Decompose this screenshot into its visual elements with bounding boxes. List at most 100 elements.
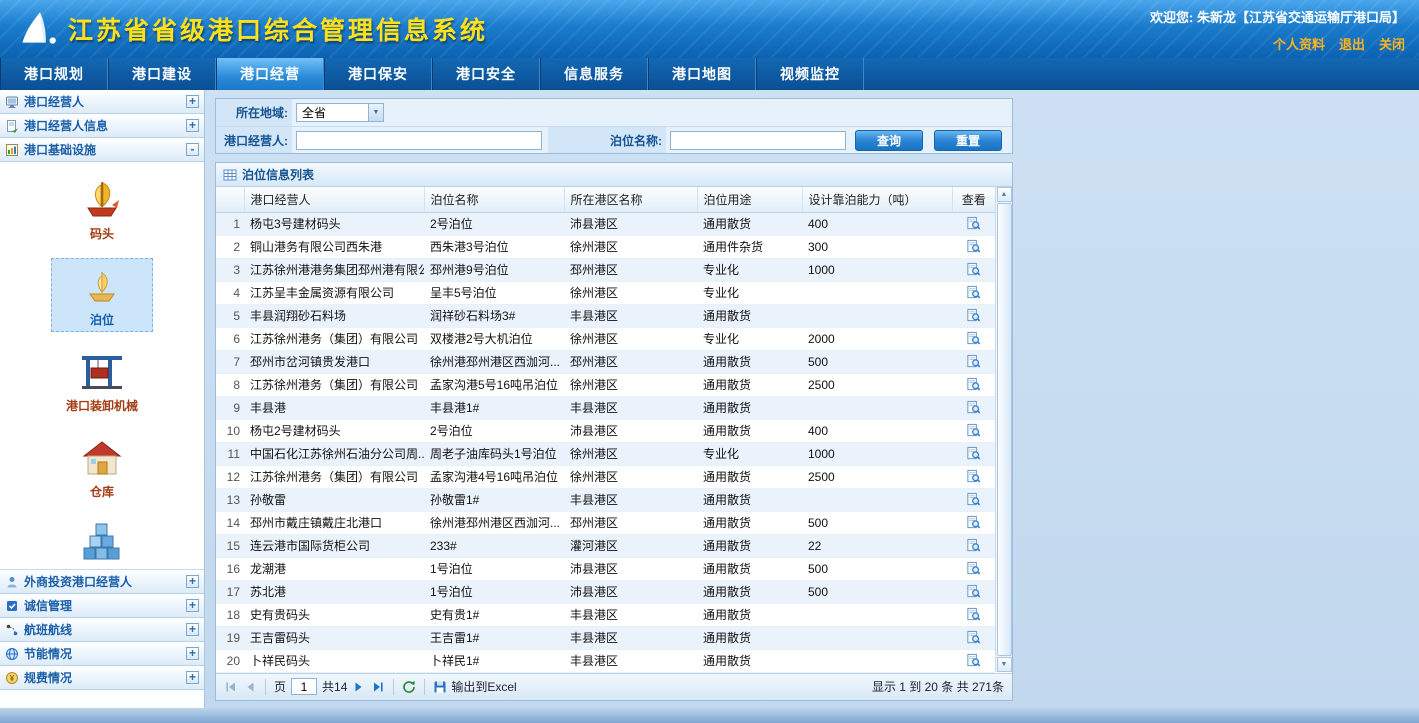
region-select[interactable]: 全省 ▼	[296, 103, 384, 122]
view-magnifier-icon[interactable]	[966, 630, 981, 645]
view-magnifier-icon[interactable]	[966, 607, 981, 622]
table-row[interactable]: 1杨屯3号建材码头2号泊位沛县港区通用散货400	[216, 212, 995, 235]
column-header[interactable]: 设计靠泊能力（吨）	[802, 187, 952, 212]
view-magnifier-icon[interactable]	[966, 354, 981, 369]
profile-link[interactable]: 个人资料	[1273, 37, 1325, 52]
table-row[interactable]: 3江苏徐州港港务集团邳州港有限公司邳州港9号泊位邳州港区专业化1000	[216, 258, 995, 281]
table-row[interactable]: 9丰县港丰县港1#丰县港区通用散货	[216, 396, 995, 419]
tab-port-security[interactable]: 港口保安	[324, 58, 432, 90]
table-row[interactable]: 2铜山港务有限公司西朱港西朱港3号泊位徐州港区通用件杂货300	[216, 235, 995, 258]
view-magnifier-icon[interactable]	[966, 469, 981, 484]
vertical-scrollbar[interactable]: ▲ ▼	[995, 187, 1012, 672]
table-row[interactable]: 6江苏徐州港务（集团）有限公司双楼港2号大机泊位徐州港区专业化2000	[216, 327, 995, 350]
logout-link[interactable]: 退出	[1339, 37, 1365, 52]
sidebar-item-fees[interactable]: ¥规费情况+	[0, 666, 204, 690]
refresh-icon[interactable]	[402, 680, 416, 694]
expand-icon[interactable]: +	[186, 671, 199, 684]
tab-information-service[interactable]: 信息服务	[540, 58, 648, 90]
table-row[interactable]: 8江苏徐州港务（集团）有限公司孟家沟港5号16吨吊泊位徐州港区通用散货2500	[216, 373, 995, 396]
facility-item-warehouse[interactable]: 仓库	[51, 430, 153, 504]
scroll-up-icon[interactable]: ▲	[997, 187, 1012, 202]
column-header[interactable]: 泊位用途	[697, 187, 802, 212]
view-magnifier-icon[interactable]	[966, 262, 981, 277]
table-row[interactable]: 4江苏呈丰金属资源有限公司呈丰5号泊位徐州港区专业化	[216, 281, 995, 304]
table-row[interactable]: 18史有贵码头史有贵1#丰县港区通用散货	[216, 603, 995, 626]
column-header[interactable]: 查看	[952, 187, 995, 212]
row-number-cell: 14	[216, 511, 244, 534]
expand-icon[interactable]: +	[186, 119, 199, 132]
tab-port-construction[interactable]: 港口建设	[108, 58, 216, 90]
tab-video-monitor[interactable]: 视频监控	[756, 58, 864, 90]
tab-port-map[interactable]: 港口地图	[648, 58, 756, 90]
view-magnifier-icon[interactable]	[966, 285, 981, 300]
table-row[interactable]: 20卜祥民码头卜祥民1#丰县港区通用散货	[216, 649, 995, 672]
tab-port-safety[interactable]: 港口安全	[432, 58, 540, 90]
sidebar-item-port-infrastructure[interactable]: 港口基础设施-	[0, 138, 204, 162]
column-header[interactable]	[216, 187, 244, 212]
table-row[interactable]: 17苏北港1号泊位沛县港区通用散货500	[216, 580, 995, 603]
view-magnifier-icon[interactable]	[966, 584, 981, 599]
tab-port-planning[interactable]: 港口规划	[0, 58, 108, 90]
first-page-icon[interactable]	[224, 680, 238, 694]
view-magnifier-icon[interactable]	[966, 538, 981, 553]
table-row[interactable]: 19王吉雷码头王吉雷1#丰县港区通用散货	[216, 626, 995, 649]
view-magnifier-icon[interactable]	[966, 653, 981, 668]
view-magnifier-icon[interactable]	[966, 216, 981, 231]
view-magnifier-icon[interactable]	[966, 400, 981, 415]
page-number-input[interactable]	[291, 678, 317, 695]
capacity-cell: 2000	[802, 327, 952, 350]
collapse-icon[interactable]: -	[186, 143, 199, 156]
table-row[interactable]: 12江苏徐州港务（集团）有限公司孟家沟港4号16吨吊泊位徐州港区通用散货2500	[216, 465, 995, 488]
close-link[interactable]: 关闭	[1379, 37, 1405, 52]
prev-page-icon[interactable]	[243, 680, 257, 694]
table-row[interactable]: 10杨屯2号建材码头2号泊位沛县港区通用散货400	[216, 419, 995, 442]
search-button[interactable]: 查询	[855, 130, 923, 151]
facility-item-wharf[interactable]: 码头	[51, 172, 153, 246]
view-magnifier-icon[interactable]	[966, 239, 981, 254]
expand-icon[interactable]: +	[186, 95, 199, 108]
expand-icon[interactable]: +	[186, 599, 199, 612]
facility-panel: 码头泊位港口装卸机械仓库堆场	[0, 162, 204, 570]
table-row[interactable]: 13孙敬雷孙敬雷1#丰县港区通用散货	[216, 488, 995, 511]
view-magnifier-icon[interactable]	[966, 308, 981, 323]
column-header[interactable]: 所在港区名称	[564, 187, 697, 212]
table-row[interactable]: 7邳州市岔河镇贵发港口徐州港邳州港区西泇河...邳州港区通用散货500	[216, 350, 995, 373]
expand-icon[interactable]: +	[186, 575, 199, 588]
sidebar-item-port-operator-info[interactable]: 港口经营人信息+	[0, 114, 204, 138]
sidebar-item-foreign-invested-operators[interactable]: 外商投资港口经营人+	[0, 570, 204, 594]
table-row[interactable]: 11中国石化江苏徐州石油分公司周...周老子油库码头1号泊位徐州港区专业化100…	[216, 442, 995, 465]
view-magnifier-icon[interactable]	[966, 331, 981, 346]
view-magnifier-icon[interactable]	[966, 446, 981, 461]
last-page-icon[interactable]	[371, 680, 385, 694]
table-row[interactable]: 15连云港市国际货柜公司233#灌河港区通用散货22	[216, 534, 995, 557]
facility-item-berth[interactable]: 泊位	[51, 258, 153, 332]
scrollbar-thumb[interactable]	[997, 203, 1012, 656]
table-row[interactable]: 16龙潮港1号泊位沛县港区通用散货500	[216, 557, 995, 580]
port-area-cell: 沛县港区	[564, 557, 697, 580]
table-row[interactable]: 14邳州市戴庄镇戴庄北港口徐州港邳州港区西泇河...邳州港区通用散货500	[216, 511, 995, 534]
view-magnifier-icon[interactable]	[966, 561, 981, 576]
view-magnifier-icon[interactable]	[966, 515, 981, 530]
expand-icon[interactable]: +	[186, 647, 199, 660]
view-magnifier-icon[interactable]	[966, 377, 981, 392]
view-magnifier-icon[interactable]	[966, 423, 981, 438]
next-page-icon[interactable]	[352, 680, 366, 694]
view-magnifier-icon[interactable]	[966, 492, 981, 507]
reset-button[interactable]: 重置	[934, 130, 1002, 151]
column-header[interactable]: 泊位名称	[424, 187, 564, 212]
operator-input[interactable]	[296, 131, 542, 150]
column-header[interactable]: 港口经营人	[244, 187, 424, 212]
facility-item-loading-machinery[interactable]: 港口装卸机械	[51, 344, 153, 418]
tab-port-operation[interactable]: 港口经营	[216, 58, 324, 90]
fee-icon: ¥	[5, 671, 19, 685]
sidebar-item-credit-management[interactable]: 诚信管理+	[0, 594, 204, 618]
berth-name-input[interactable]	[670, 131, 846, 150]
table-row[interactable]: 5丰县润翔砂石料场润祥砂石料场3#丰县港区通用散货	[216, 304, 995, 327]
export-excel-button[interactable]: 输出到Excel	[433, 678, 516, 695]
chevron-down-icon[interactable]: ▼	[368, 104, 383, 121]
expand-icon[interactable]: +	[186, 623, 199, 636]
sidebar-item-port-operators[interactable]: 港口经营人+	[0, 90, 204, 114]
sidebar-item-flight-routes[interactable]: 航班航线+	[0, 618, 204, 642]
scroll-down-icon[interactable]: ▼	[997, 657, 1012, 672]
sidebar-item-energy-saving[interactable]: 节能情况+	[0, 642, 204, 666]
